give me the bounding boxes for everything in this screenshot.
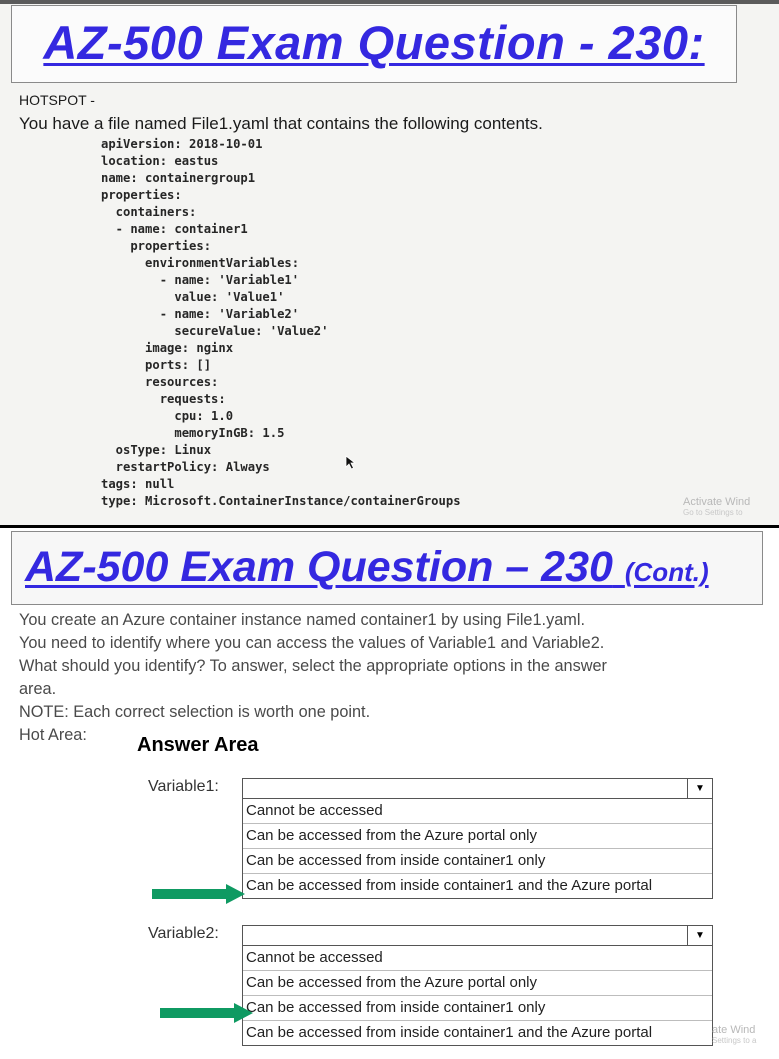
code-line: apiVersion: 2018-10-01 [101,137,263,151]
code-line: - name: 'Variable1' [101,273,300,287]
title-box: AZ-500 Exam Question - 230: [11,5,737,83]
variable2-label: Variable2: [148,925,219,942]
code-line: containers: [101,205,197,219]
code-line: ports: [] [101,358,212,372]
note-line: NOTE: Each correct selection is worth on… [19,703,371,721]
question-line: area. [19,680,57,698]
activate-windows-watermark: ate Wind Settings to a [712,1024,757,1045]
code-line: type: Microsoft.ContainerInstance/contai… [101,494,461,508]
variable1-option[interactable]: Cannot be accessed [243,799,712,823]
top-strip [0,0,779,4]
variable2-option[interactable]: Cannot be accessed [243,946,712,970]
yaml-code-block: apiVersion: 2018-10-01 location: eastus … [101,136,461,510]
question-line: What should you identify? To answer, sel… [19,657,607,675]
chevron-down-icon[interactable]: ▼ [687,926,712,945]
code-line: value: 'Value1' [101,290,285,304]
variable2-option[interactable]: Can be accessed from the Azure portal on… [243,970,712,995]
variable1-options: Cannot be accessed Can be accessed from … [242,799,713,899]
code-line: cpu: 1.0 [101,409,234,423]
answer-area-title: Answer Area [137,734,259,756]
question-type-label: HOTSPOT - [19,92,95,108]
code-line: memoryInGB: 1.5 [101,426,285,440]
slide-2: AZ-500 Exam Question – 230 (Cont.) You c… [0,528,779,1059]
chevron-down-icon[interactable]: ▼ [687,779,712,798]
question-intro: You have a file named File1.yaml that co… [19,114,543,133]
title-cont-suffix: (Cont.) [624,557,709,587]
code-line: location: eastus [101,154,219,168]
mouse-pointer-icon [345,455,357,470]
code-line: secureValue: 'Value2' [101,324,329,338]
code-line: resources: [101,375,219,389]
code-line: image: nginx [101,341,234,355]
green-arrow-icon [152,884,245,904]
code-line: requests: [101,392,226,406]
code-line: tags: null [101,477,175,491]
slide-title: AZ-500 Exam Question - 230: [43,16,705,69]
variable1-option[interactable]: Can be accessed from the Azure portal on… [243,823,712,848]
code-line: - name: container1 [101,222,248,236]
code-line: environmentVariables: [101,256,300,270]
code-line: - name: 'Variable2' [101,307,300,321]
variable1-option-selected[interactable]: Can be accessed from inside container1 a… [243,873,712,898]
variable1-dropdown[interactable]: ▼ [242,778,713,799]
code-line: name: containergroup1 [101,171,256,185]
variable1-option[interactable]: Can be accessed from inside container1 o… [243,848,712,873]
code-line: osType: Linux [101,443,212,457]
variable2-option-selected[interactable]: Can be accessed from inside container1 o… [243,995,712,1020]
variable2-dropdown[interactable]: ▼ [242,925,713,946]
green-arrow-icon [160,1003,253,1023]
hot-area-label: Hot Area: [19,726,87,744]
activate-windows-watermark: Activate Wind Go to Settings to [683,496,751,517]
title-box-cont: AZ-500 Exam Question – 230 (Cont.) [11,531,763,605]
question-line: You need to identify where you can acces… [19,634,605,652]
slide-title-cont: AZ-500 Exam Question – 230 (Cont.) [25,543,709,591]
code-line: properties: [101,239,212,253]
variable2-option[interactable]: Can be accessed from inside container1 a… [243,1020,712,1045]
slide-1: AZ-500 Exam Question - 230: HOTSPOT - Yo… [0,0,779,525]
code-line: properties: [101,188,182,202]
variable2-options: Cannot be accessed Can be accessed from … [242,946,713,1046]
code-line: restartPolicy: Always [101,460,270,474]
question-line: You create an Azure container instance n… [19,611,585,629]
variable1-label: Variable1: [148,778,219,795]
